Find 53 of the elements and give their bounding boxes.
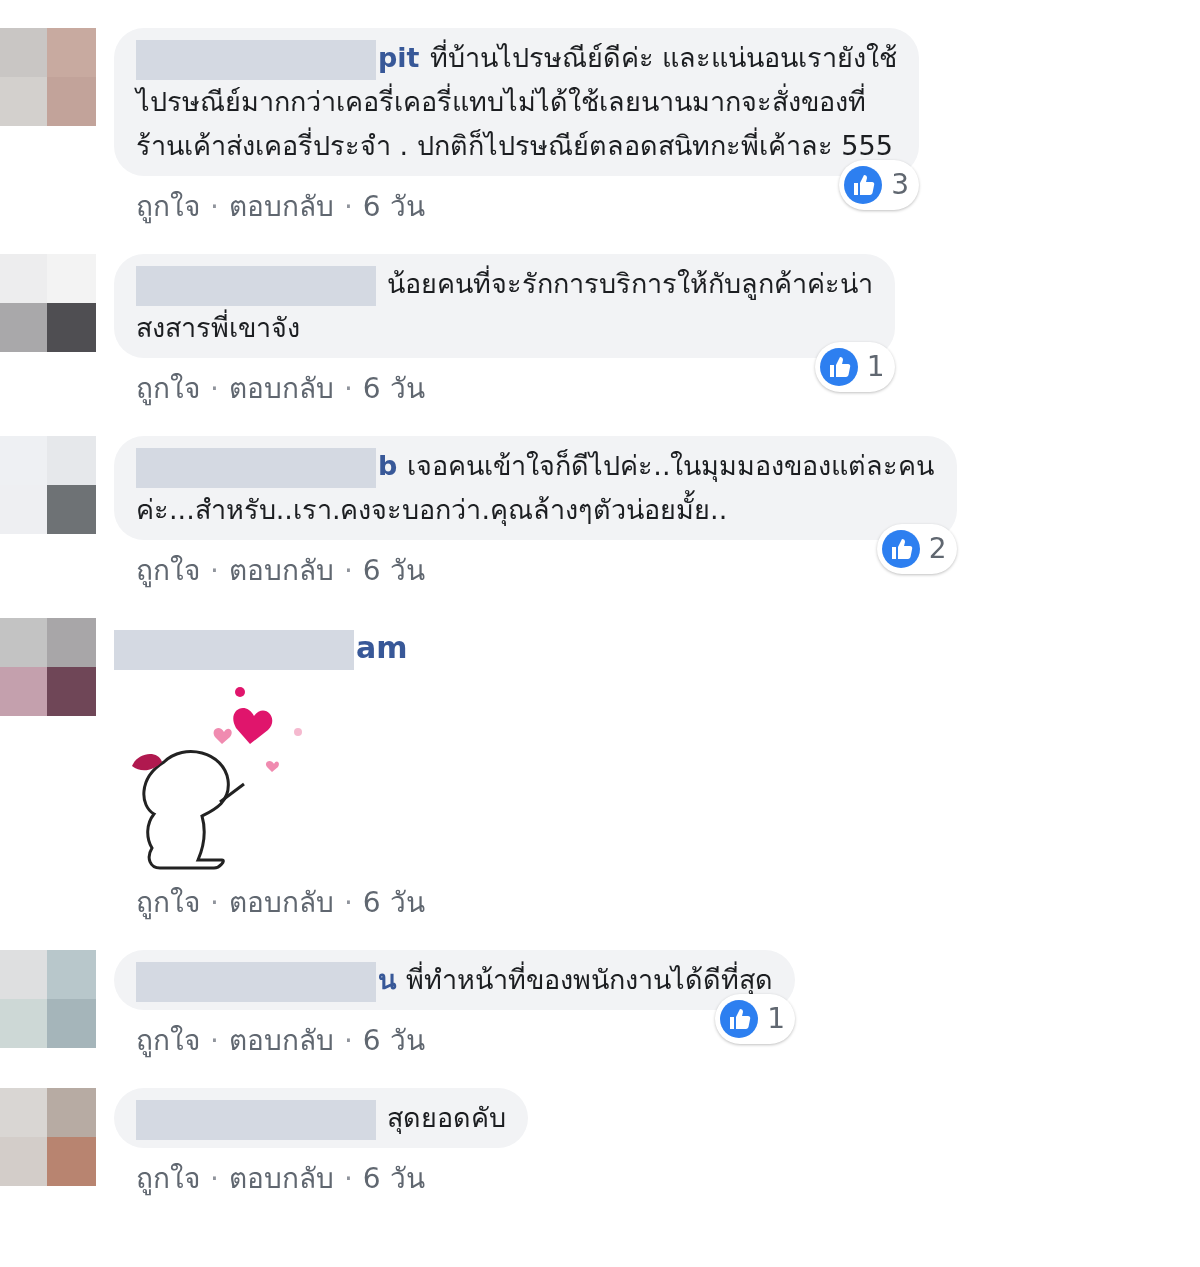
comment-text: สงสารพี่เขาจัง: [136, 306, 300, 350]
timestamp[interactable]: 6 วัน: [362, 1020, 425, 1062]
timestamp[interactable]: 6 วัน: [362, 550, 425, 592]
action-link[interactable]: ตอบกลับ: [228, 368, 334, 410]
like-count: 1: [767, 1001, 785, 1037]
separator-dot: ·: [343, 1023, 353, 1059]
action-link[interactable]: ตอบกลับ: [228, 882, 334, 924]
comment-text: น้อยคนที่จะรักการบริการให้กับลูกค้าค่ะน่า: [386, 262, 873, 306]
separator-dot: ·: [210, 553, 219, 589]
separator-dot: ·: [343, 189, 353, 225]
separator-dot: ·: [210, 371, 219, 407]
thumbs-up-icon: [880, 529, 921, 569]
separator-dot: ·: [210, 885, 219, 921]
timestamp[interactable]: 6 วัน: [362, 368, 425, 410]
like-count: 1: [866, 349, 885, 385]
like-count-badge[interactable]: 2: [876, 524, 957, 574]
action-link[interactable]: ตอบกลับ: [228, 1020, 334, 1062]
thumbs-up-icon: [843, 165, 884, 205]
thumbs-up-icon: [719, 999, 760, 1039]
action-link[interactable]: ถูกใจ: [136, 550, 200, 592]
separator-dot: ·: [343, 1161, 353, 1197]
action-link[interactable]: ถูกใจ: [136, 1020, 200, 1062]
like-count-badge[interactable]: 3: [839, 160, 920, 210]
action-link[interactable]: ถูกใจ: [136, 1158, 200, 1200]
separator-dot: ·: [210, 1161, 219, 1197]
like-count: 2: [928, 531, 947, 567]
commenter-name[interactable]: b: [378, 450, 398, 481]
commenter-name[interactable]: น: [378, 964, 396, 995]
like-count-badge[interactable]: 1: [814, 342, 895, 392]
timestamp[interactable]: 6 วัน: [362, 186, 425, 228]
comment-text: ไปรษณีย์มากกว่าเคอรี่เคอรี่แทบไม่ได้ใช้เลยนานมากจะสั่งของที่: [136, 80, 866, 124]
like-count: 3: [891, 167, 910, 203]
action-link[interactable]: ถูกใจ: [136, 368, 200, 410]
action-link[interactable]: ตอบกลับ: [228, 550, 334, 592]
timestamp[interactable]: 6 วัน: [362, 1158, 425, 1200]
like-count-badge[interactable]: 1: [715, 994, 795, 1044]
comment-text: สุดยอดคับ: [386, 1101, 506, 1136]
comment-text: ค่ะ...สำหรับ..เรา.คงจะบอกว่า.คุณล้างๆตัวน่อยมั้ย..: [136, 488, 728, 532]
separator-dot: ·: [210, 1023, 219, 1059]
separator-dot: ·: [343, 371, 353, 407]
comment-text: เจอคนเข้าใจก็ดีไปค่ะ..ในมุมมองของแต่ละคน: [407, 448, 935, 484]
thumbs-up-icon: [818, 347, 859, 387]
separator-dot: ·: [343, 553, 353, 589]
separator-dot: ·: [210, 189, 219, 225]
timestamp[interactable]: 6 วัน: [362, 882, 425, 924]
commenter-name[interactable]: am: [356, 630, 408, 665]
action-link[interactable]: ถูกใจ: [136, 882, 200, 924]
separator-dot: ·: [343, 885, 353, 921]
action-link[interactable]: ตอบกลับ: [228, 1158, 334, 1200]
comment-text: ที่บ้านไปรษณีย์ดีค่ะ และแน่นอนเรายังใช้: [429, 36, 898, 80]
action-link[interactable]: ตอบกลับ: [228, 186, 334, 228]
commenter-name[interactable]: pit: [378, 42, 420, 73]
action-link[interactable]: ถูกใจ: [136, 186, 200, 228]
